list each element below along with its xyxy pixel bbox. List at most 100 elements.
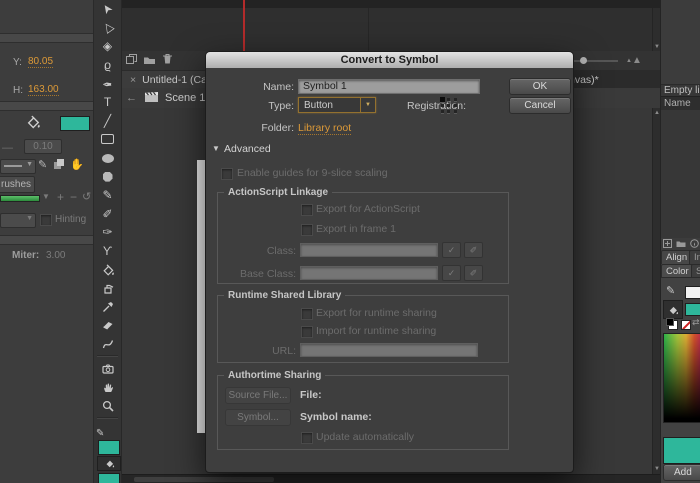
symbol-name-label: Symbol name:	[300, 411, 372, 423]
cancel-button[interactable]: Cancel	[509, 97, 571, 114]
frame-view-large-icon[interactable]: ▲	[632, 55, 642, 66]
camera-tool[interactable]	[94, 359, 121, 378]
registration-point[interactable]	[454, 98, 457, 101]
authortime-sharing-title: Authortime Sharing	[224, 370, 325, 381]
nine-slice-checkbox	[221, 168, 233, 180]
import-runtime-sharing-label: Import for runtime sharing	[316, 325, 436, 337]
swap-colors-icon[interactable]: ⇄	[692, 317, 700, 328]
fill-color-swatch[interactable]	[60, 116, 90, 131]
export-in-frame1-label: Export in frame 1	[316, 223, 396, 235]
paint-brush-tool[interactable]: ✑	[94, 223, 121, 242]
library-name-column-header[interactable]: Name	[661, 96, 700, 111]
nine-slice-label: Enable guides for 9-slice scaling	[237, 167, 388, 179]
timeline-playhead[interactable]	[243, 0, 245, 51]
brushes-button[interactable]: rushes	[0, 176, 35, 193]
hand-tool[interactable]	[94, 378, 121, 397]
stroke-color-well[interactable]	[685, 286, 700, 299]
free-transform-tool-icon: ◈	[103, 40, 112, 52]
toolbar-fill-color-swatch[interactable]	[98, 473, 120, 483]
registration-point[interactable]	[441, 110, 444, 113]
slider-knob[interactable]	[580, 57, 587, 64]
y-position-value[interactable]: 80.05	[28, 56, 53, 68]
tab-swatches[interactable]: Sw	[691, 264, 700, 278]
remove-icon: −	[70, 190, 77, 204]
selection-tool[interactable]: ➤	[94, 0, 121, 19]
paint-bucket-tool[interactable]	[94, 260, 121, 279]
import-runtime-sharing-checkbox	[301, 326, 313, 338]
url-label: URL:	[228, 345, 296, 357]
timeline-zoom-slider[interactable]	[568, 60, 618, 62]
export-for-actionscript-label: Export for ActionScript	[316, 203, 420, 215]
dialog-title-bar[interactable]: Convert to Symbol	[206, 52, 573, 68]
polystar-tool[interactable]	[94, 167, 121, 186]
fill-color-selected-box[interactable]	[663, 300, 683, 319]
panel-divider	[0, 33, 93, 43]
oval-tool[interactable]	[94, 149, 121, 168]
edit-stroke-style-icon[interactable]: ✎	[38, 158, 47, 171]
pencil-tool[interactable]: ✎	[94, 186, 121, 205]
text-tool[interactable]: T	[94, 93, 121, 112]
subselection-tool[interactable]: ▷	[94, 19, 121, 38]
advanced-toggle[interactable]: Advanced	[224, 143, 271, 155]
advanced-disclosure-icon[interactable]: ▼	[212, 144, 220, 153]
chevron-down-icon[interactable]: ▼	[42, 192, 50, 201]
stroke-color-pencil-icon[interactable]: ✎	[666, 284, 675, 297]
registration-point[interactable]	[447, 98, 450, 101]
ink-bottle-tool[interactable]	[94, 279, 121, 298]
scrollbar-thumb[interactable]	[134, 477, 274, 482]
tab-color[interactable]: Color	[661, 264, 694, 278]
pen-tool[interactable]: ✒	[94, 74, 121, 93]
folder-link[interactable]: Library root	[298, 122, 351, 135]
stage-horizontal-scrollbar[interactable]	[122, 474, 660, 483]
stroke-width-field[interactable]: 0.10	[24, 139, 62, 154]
registration-grid[interactable]	[439, 96, 459, 114]
registration-point[interactable]	[447, 110, 450, 113]
delete-icon[interactable]	[162, 53, 173, 68]
add-to-swatches-button[interactable]: Add	[663, 464, 700, 481]
registration-point-selected[interactable]	[440, 97, 445, 102]
registration-point[interactable]	[447, 104, 450, 107]
registration-point[interactable]	[454, 104, 457, 107]
eraser-tool[interactable]	[94, 316, 121, 335]
lasso-tool[interactable]: ϱ	[94, 56, 121, 75]
registration-point[interactable]	[454, 110, 457, 113]
edit-base-class-button: ✐	[464, 265, 483, 281]
layered-brush-icon[interactable]	[53, 158, 65, 173]
scene-breadcrumb[interactable]: Scene 1	[165, 92, 205, 104]
bone-tool[interactable]: ϒ	[94, 242, 121, 261]
paint-brush-tool-icon: ✑	[102, 226, 112, 238]
toolbar-stroke-color-swatch[interactable]	[98, 440, 120, 455]
free-transform-tool[interactable]: ◈	[94, 37, 121, 56]
no-color-icon[interactable]	[681, 320, 691, 330]
brush-preview-bar	[0, 195, 40, 202]
ok-button[interactable]: OK	[509, 78, 571, 95]
type-dropdown[interactable]: Button ▼	[298, 97, 376, 113]
stroke-slider-tick: —	[2, 142, 13, 154]
new-layer-icon[interactable]	[125, 53, 138, 68]
back-arrow-icon[interactable]: ←	[126, 92, 137, 104]
zoom-tool[interactable]	[94, 396, 121, 415]
stroke-style-dropdown[interactable]: ▼	[0, 159, 36, 174]
black-white-icon[interactable]	[668, 320, 678, 330]
color-spectrum-picker[interactable]	[663, 333, 700, 423]
classic-brush-tool-icon: ✐	[102, 208, 112, 220]
classic-brush-tool[interactable]: ✐	[94, 205, 121, 224]
eyedropper-tool[interactable]	[94, 298, 121, 317]
height-label: H:	[13, 84, 23, 96]
new-folder-icon[interactable]	[143, 54, 156, 68]
miter-label: Miter:	[12, 250, 39, 261]
tab-align[interactable]: Align	[661, 250, 692, 264]
pen-tool-icon: ✒	[102, 78, 112, 90]
close-icon[interactable]: ×	[130, 74, 136, 86]
library-item-list[interactable]	[661, 110, 700, 238]
registration-point[interactable]	[441, 104, 444, 107]
height-value[interactable]: 163.00	[28, 84, 59, 96]
tab-info[interactable]: In	[689, 250, 700, 264]
asset-warp-tool[interactable]	[94, 335, 121, 354]
fill-color-indicator-icon[interactable]	[97, 456, 121, 471]
symbol-name-input[interactable]: Symbol 1	[298, 79, 480, 94]
rectangle-tool[interactable]	[94, 130, 121, 149]
line-tool[interactable]: ╱	[94, 112, 121, 131]
fill-color-well[interactable]	[685, 303, 700, 316]
stroke-color-indicator-icon: ✎	[96, 428, 104, 439]
